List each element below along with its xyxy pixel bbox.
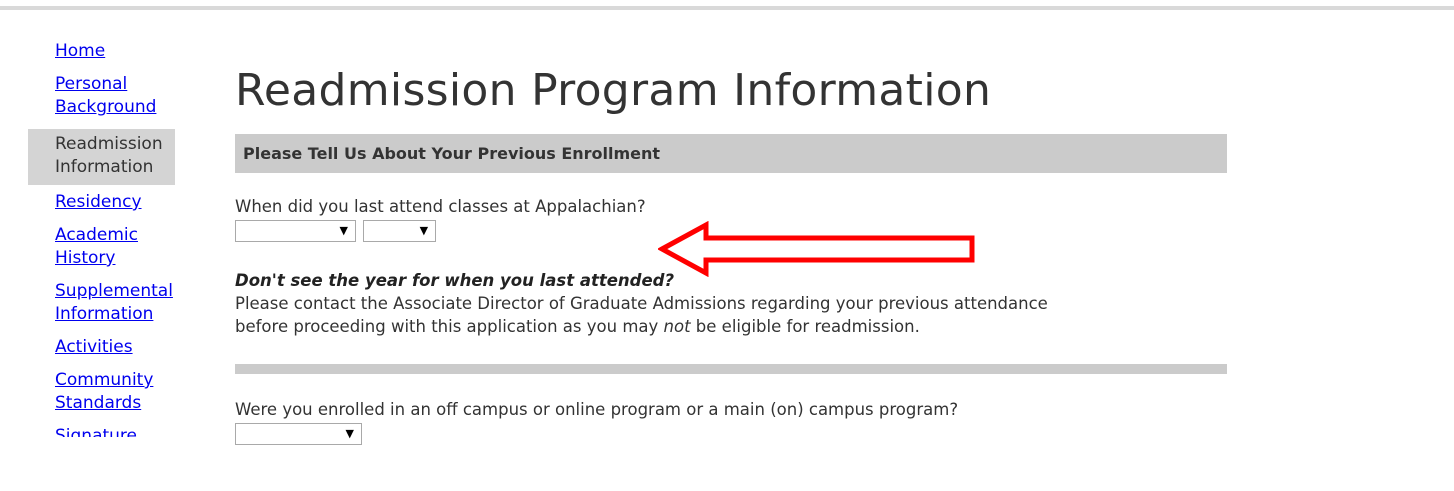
sidebar-nav: Home Personal Background Readmission Inf…	[28, 40, 208, 447]
sidebar-item-supplemental-information[interactable]: Supplemental Information	[28, 280, 195, 326]
sidebar-item-community-standards[interactable]: Community Standards	[28, 369, 175, 415]
caret-down-icon: ▼	[419, 224, 429, 237]
program-type-label: Were you enrolled in an off campus or on…	[235, 400, 959, 419]
page-title: Readmission Program Information	[235, 65, 992, 116]
section-divider	[235, 364, 1227, 374]
term-select[interactable]: ▼	[235, 220, 356, 242]
red-arrow-left-icon	[658, 221, 975, 277]
year-select[interactable]: ▼	[363, 220, 437, 242]
last-attended-label: When did you last attend classes at Appa…	[235, 197, 646, 216]
program-type-selects: ▼	[235, 423, 1227, 447]
caret-down-icon: ▼	[339, 224, 348, 237]
top-rule	[0, 6, 1454, 10]
sidebar-item-readmission-information: Readmission Information	[28, 129, 175, 185]
sidebar-item-home[interactable]: Home	[28, 40, 208, 63]
note-body: Please contact the Associate Director of…	[235, 292, 1227, 338]
sidebar-item-activities[interactable]: Activities	[28, 336, 208, 359]
sidebar-item-signature[interactable]: Signature	[28, 425, 208, 437]
note-line-2b: be eligible for readmission.	[690, 317, 920, 336]
caret-down-icon: ▼	[345, 427, 354, 440]
note-emphasis: not	[663, 317, 691, 336]
sidebar-item-residency[interactable]: Residency	[28, 191, 208, 214]
note-line-1: Please contact the Associate Director of…	[235, 294, 1048, 313]
note-line-2a: before proceeding with this application …	[235, 317, 664, 336]
sidebar-item-personal-background[interactable]: Personal Background	[28, 73, 175, 119]
sidebar-item-academic-history[interactable]: Academic History	[28, 224, 155, 270]
section-header: Please Tell Us About Your Previous Enrol…	[235, 134, 1227, 173]
program-type-select[interactable]: ▼	[235, 423, 362, 445]
